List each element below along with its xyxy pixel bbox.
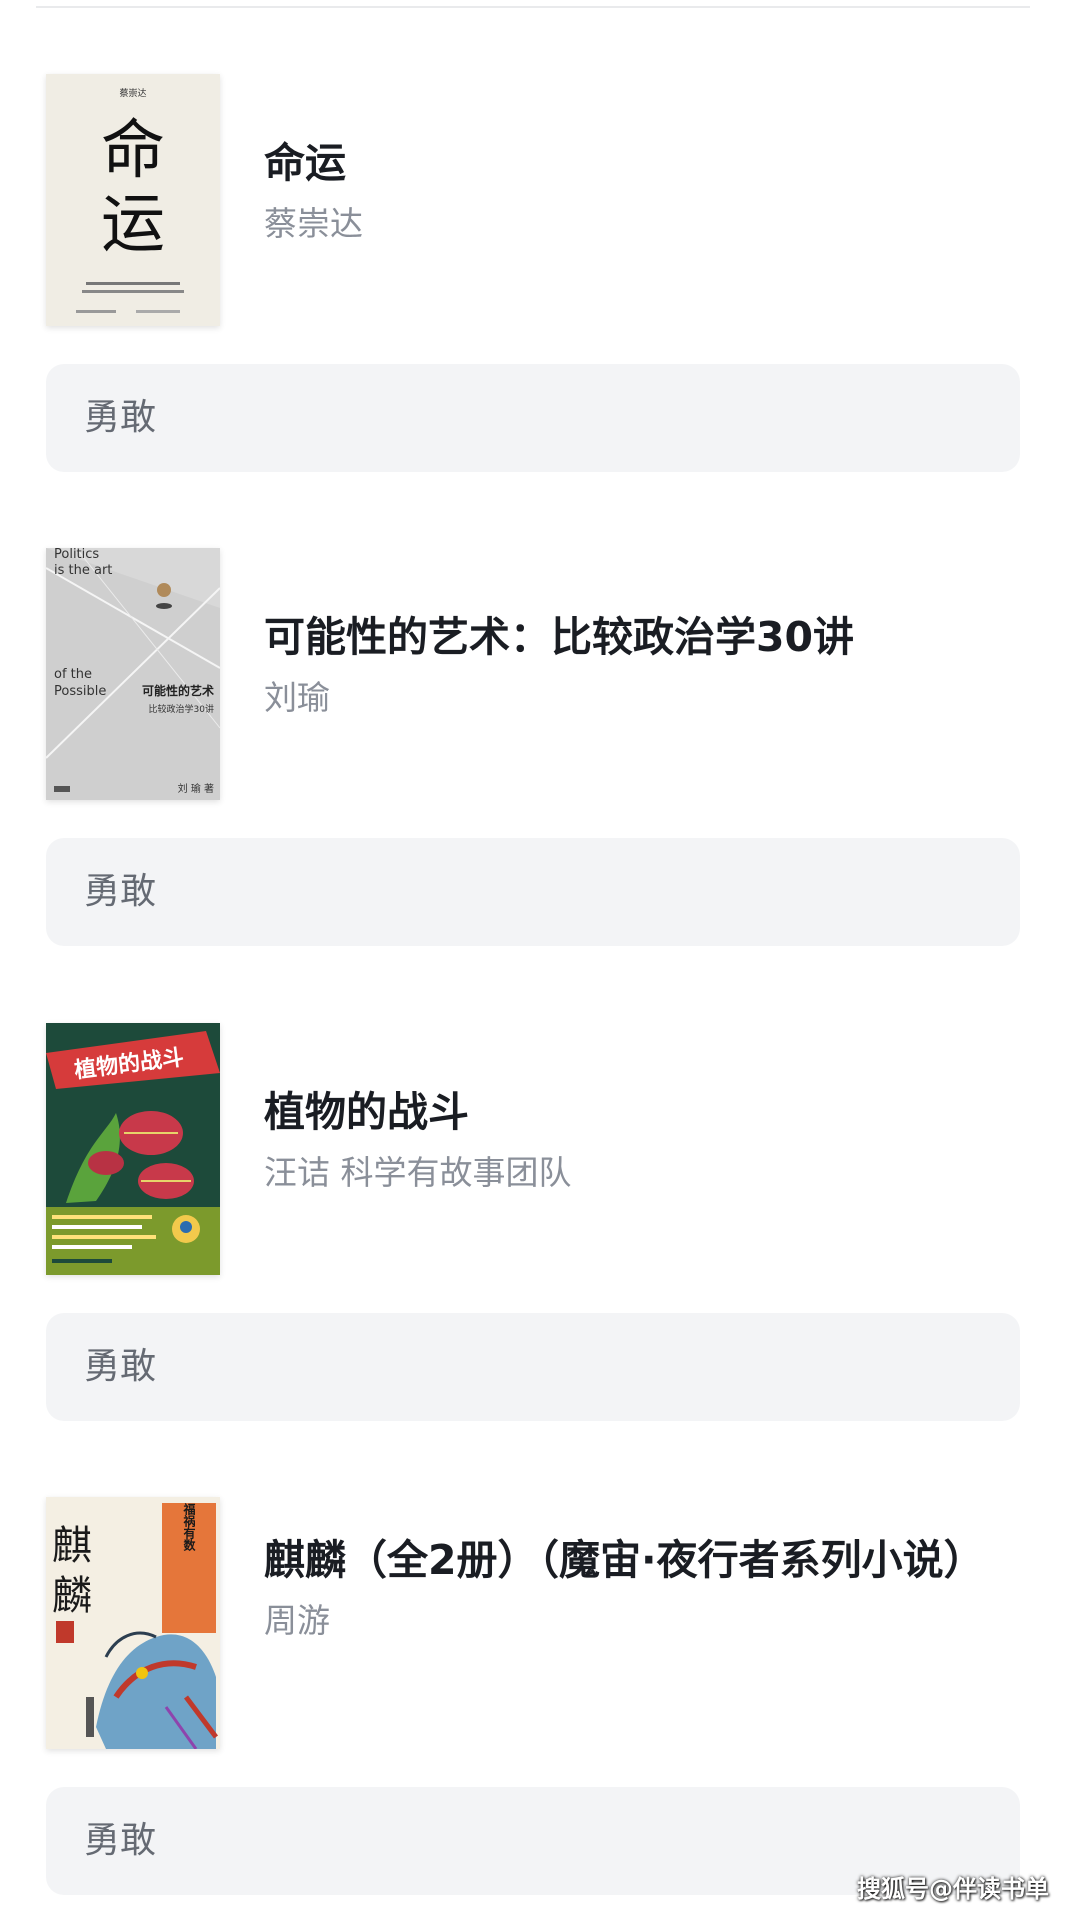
- cover-title-char: 运: [101, 188, 165, 262]
- cover-en-text: Politics: [54, 548, 99, 562]
- tag-label: 勇敢: [84, 1820, 157, 1861]
- book-info: 麒麟（全2册）（魔宙·夜行者系列小说） 周游: [264, 1497, 1024, 1749]
- book-title[interactable]: 麒麟（全2册）（魔宙·夜行者系列小说）: [264, 1533, 1024, 1587]
- book-info: 植物的战斗 汪诘 科学有故事团队: [264, 1023, 1024, 1275]
- watermark: 搜狐号@伴读书单: [857, 1875, 1049, 1903]
- book-title[interactable]: 可能性的艺术：比较政治学30讲: [264, 610, 1024, 664]
- book-row[interactable]: 蔡崇达 命 运 命运 蔡崇达: [46, 74, 1026, 326]
- cover-calligraphy-char: 麒: [52, 1523, 92, 1569]
- tag-box[interactable]: 勇敢: [46, 838, 1020, 946]
- cover-title-char: 命: [101, 114, 165, 188]
- book-cover-qilin-icon[interactable]: 麒 麟 福祸有数: [46, 1497, 220, 1749]
- cover-author-text: 蔡崇达: [119, 87, 146, 99]
- cover-en-text: of the: [54, 667, 92, 682]
- top-divider: [36, 6, 1030, 8]
- book-author[interactable]: 周游: [264, 1599, 1024, 1643]
- cover-cn-author: 刘 瑜 著: [178, 782, 214, 795]
- cover-en-text: is the art: [54, 563, 112, 578]
- tag-box[interactable]: 勇敢: [46, 1313, 1020, 1421]
- tag-label: 勇敢: [84, 871, 157, 912]
- book-row[interactable]: 植物的战斗 植物的战斗 汪诘 科学有故事团队: [46, 1023, 1026, 1275]
- book-author[interactable]: 刘瑜: [264, 676, 1024, 720]
- book-info: 命运 蔡崇达: [264, 74, 1024, 326]
- book-row[interactable]: 麒 麟 福祸有数 麒麟（全2册）（魔宙·夜行者系列小说） 周游: [46, 1497, 1026, 1749]
- book-title[interactable]: 植物的战斗: [264, 1085, 1024, 1139]
- book-title[interactable]: 命运: [264, 136, 1024, 190]
- book-cover-plants-icon[interactable]: 植物的战斗: [46, 1023, 220, 1275]
- cover-calligraphy-char: 麟: [52, 1573, 92, 1619]
- tag-label: 勇敢: [84, 1346, 157, 1387]
- tag-label: 勇敢: [84, 397, 157, 438]
- cover-en-text: Possible: [54, 684, 106, 699]
- cover-cn-title: 可能性的艺术: [142, 683, 214, 698]
- tag-box[interactable]: 勇敢: [46, 364, 1020, 472]
- book-author[interactable]: 汪诘 科学有故事团队: [264, 1151, 1024, 1195]
- book-row[interactable]: Politics is the art of the Possible 可能性的…: [46, 548, 1026, 800]
- book-cover-politics-icon[interactable]: Politics is the art of the Possible 可能性的…: [46, 548, 220, 800]
- cover-vertical-text: 福祸有数: [182, 1502, 196, 1552]
- book-cover-mingyun-icon[interactable]: 蔡崇达 命 运: [46, 74, 220, 326]
- book-author[interactable]: 蔡崇达: [264, 202, 1024, 246]
- cover-cn-subtitle: 比较政治学30讲: [149, 703, 214, 715]
- book-info: 可能性的艺术：比较政治学30讲 刘瑜: [264, 548, 1024, 800]
